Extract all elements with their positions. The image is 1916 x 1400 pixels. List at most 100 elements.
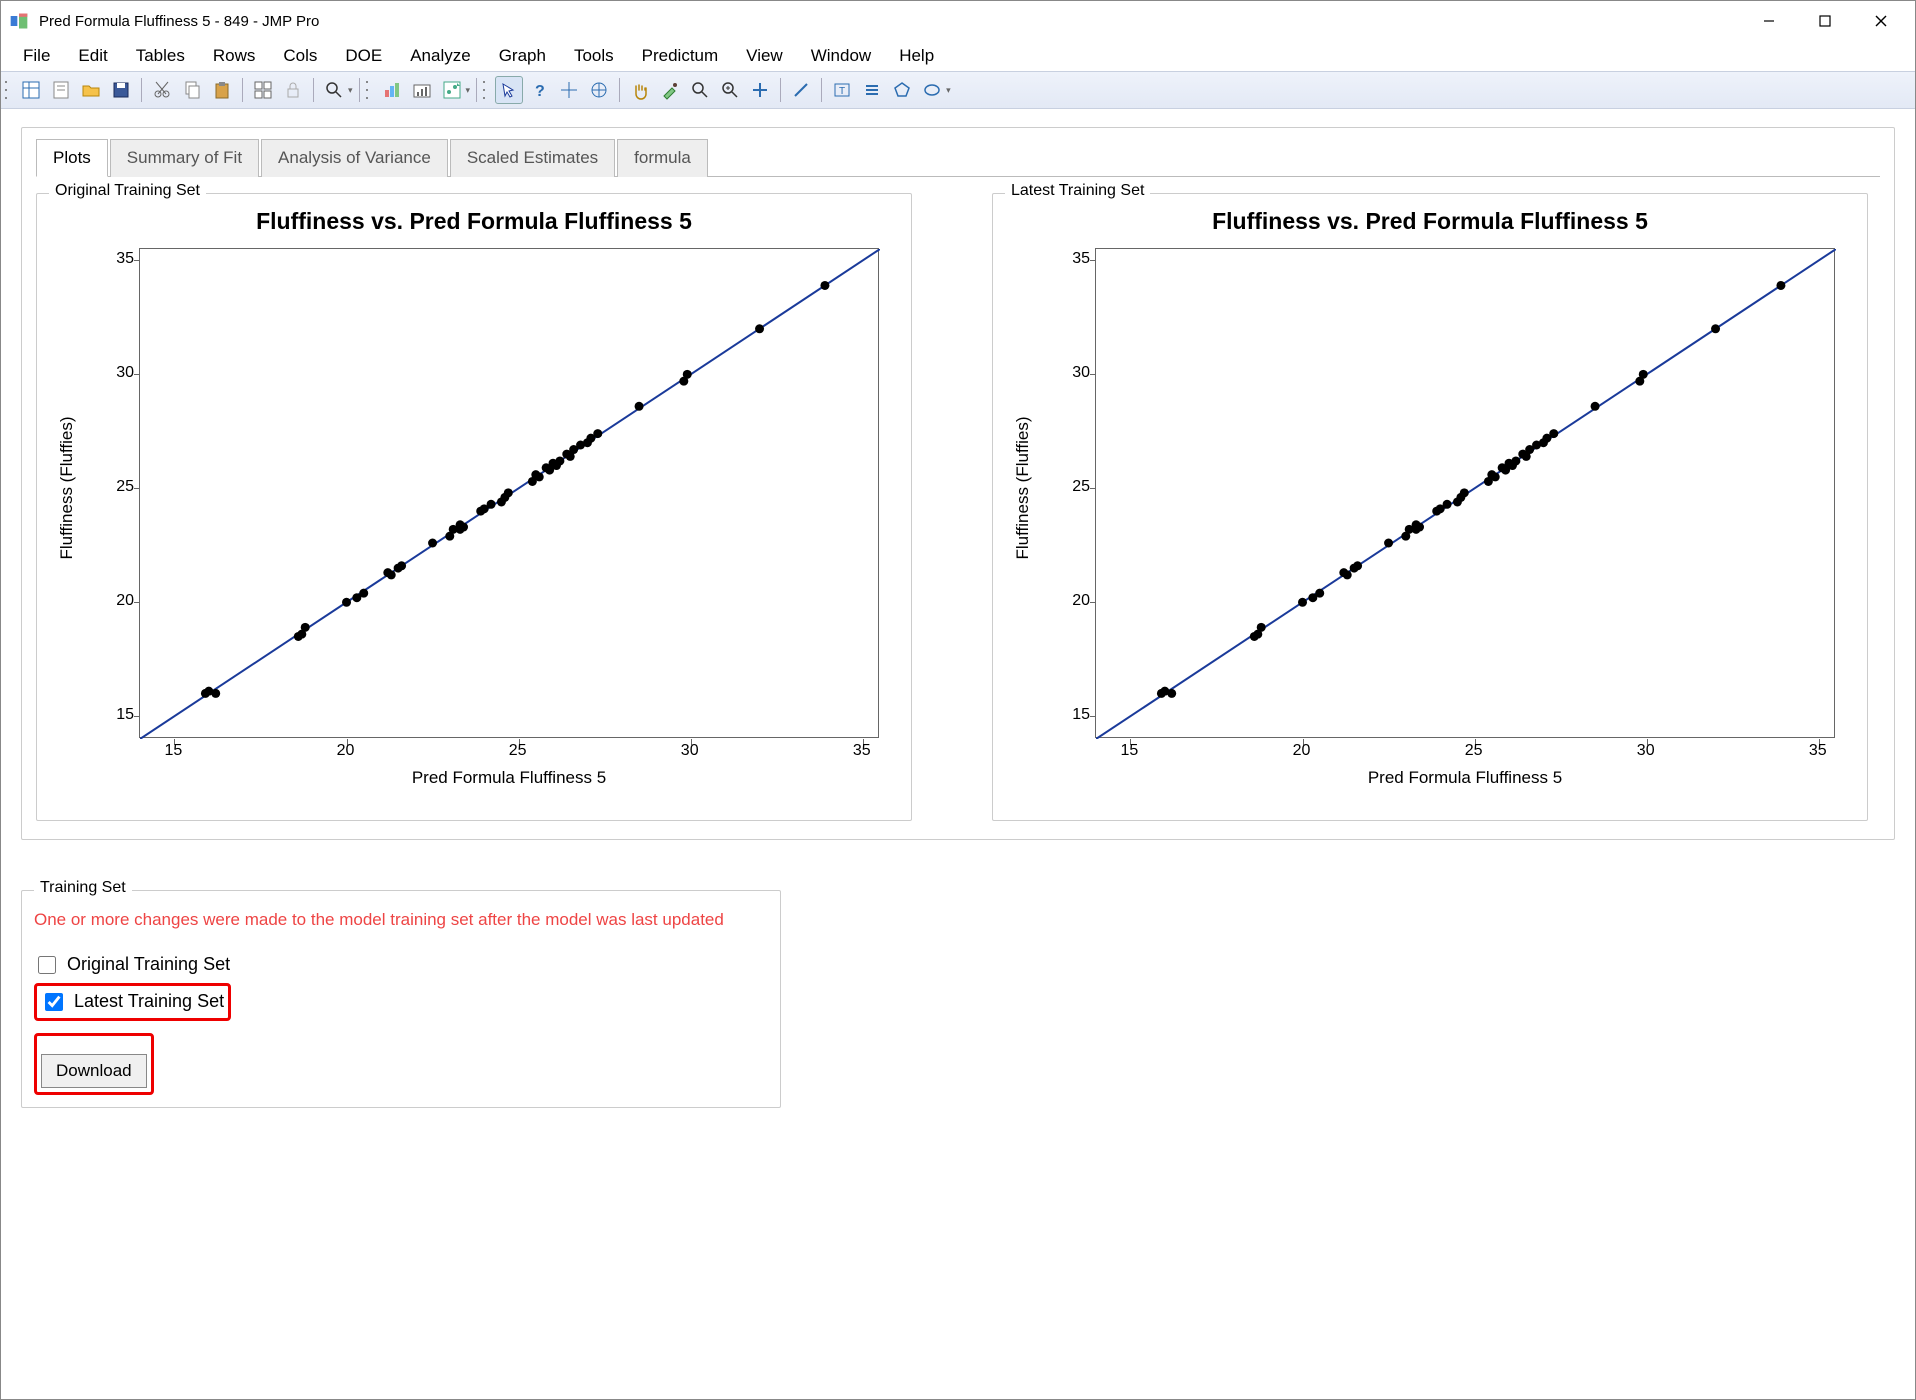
x-axis-label: Pred Formula Fluffiness 5: [1095, 768, 1835, 788]
add-tool-icon[interactable]: [746, 76, 774, 104]
y-tick: 30: [1072, 364, 1090, 382]
y-tick: 20: [116, 592, 134, 610]
fit-y-by-x-icon[interactable]: [408, 76, 436, 104]
grabber-tool-icon[interactable]: [626, 76, 654, 104]
y-axis-label: Fluffiness (Fluffies): [57, 417, 77, 560]
help-tool-icon[interactable]: ?: [525, 76, 553, 104]
svg-text:?: ?: [535, 83, 545, 100]
menu-edit[interactable]: Edit: [64, 42, 121, 70]
cut-icon[interactable]: [148, 76, 176, 104]
menu-view[interactable]: View: [732, 42, 797, 70]
latest-training-set-panel: Latest Training Set Fluffiness vs. Pred …: [992, 193, 1868, 821]
content-area: PlotsSummary of FitAnalysis of VarianceS…: [1, 109, 1915, 1399]
lasso-tool-icon[interactable]: [686, 76, 714, 104]
menu-graph[interactable]: Graph: [485, 42, 560, 70]
tab-analysis-of-variance[interactable]: Analysis of Variance: [261, 139, 448, 177]
tab-scaled-estimates[interactable]: Scaled Estimates: [450, 139, 615, 177]
window-controls: [1741, 3, 1909, 39]
plot-area[interactable]: [1095, 248, 1835, 738]
original-training-set-panel: Original Training Set Fluffiness vs. Pre…: [36, 193, 912, 821]
latest-training-highlight: Latest Training Set: [34, 983, 231, 1021]
menu-cols[interactable]: Cols: [269, 42, 331, 70]
x-tick: 30: [1637, 742, 1655, 760]
original-training-checkbox[interactable]: [38, 956, 56, 974]
magnifier-tool-icon[interactable]: [716, 76, 744, 104]
ellipse-tool-icon[interactable]: [918, 76, 946, 104]
arrow-tool-icon[interactable]: [495, 76, 523, 104]
chart-latest[interactable]: Fluffiness vs. Pred Formula Fluffiness 5…: [1005, 208, 1855, 808]
y-tick: 30: [116, 364, 134, 382]
plot-area[interactable]: [139, 248, 879, 738]
tab-plots[interactable]: Plots: [36, 139, 108, 177]
y-axis-label: Fluffiness (Fluffies): [1013, 417, 1033, 560]
menu-tools[interactable]: Tools: [560, 42, 628, 70]
scroller-tool-icon[interactable]: [585, 76, 613, 104]
menu-file[interactable]: File: [9, 42, 64, 70]
text-annotate-icon[interactable]: T: [828, 76, 856, 104]
y-tick: 15: [116, 706, 134, 724]
toolbar-grip: [5, 78, 11, 102]
menu-help[interactable]: Help: [885, 42, 948, 70]
menu-rows[interactable]: Rows: [199, 42, 270, 70]
y-tick: 35: [116, 250, 134, 268]
tab-summary-of-fit[interactable]: Summary of Fit: [110, 139, 259, 177]
paste-icon[interactable]: [208, 76, 236, 104]
line-tool-icon[interactable]: [787, 76, 815, 104]
menubar: FileEditTablesRowsColsDOEAnalyzeGraphToo…: [1, 41, 1915, 71]
menu-predictum[interactable]: Predictum: [628, 42, 733, 70]
lock-icon[interactable]: [279, 76, 307, 104]
group-icon[interactable]: [249, 76, 277, 104]
distribution-icon[interactable]: [378, 76, 406, 104]
x-tick: 20: [337, 742, 355, 760]
open-icon[interactable]: [77, 76, 105, 104]
close-button[interactable]: [1853, 3, 1909, 39]
toolbar-grip: [366, 78, 372, 102]
menu-doe[interactable]: DOE: [331, 42, 396, 70]
plots-row: Original Training Set Fluffiness vs. Pre…: [36, 185, 1880, 821]
x-tick: 15: [1121, 742, 1139, 760]
new-data-table-icon[interactable]: [17, 76, 45, 104]
latest-training-label[interactable]: Latest Training Set: [74, 991, 224, 1012]
chart-title: Fluffiness vs. Pred Formula Fluffiness 5: [49, 208, 899, 235]
chart-original[interactable]: Fluffiness vs. Pred Formula Fluffiness 5…: [49, 208, 899, 808]
original-training-label[interactable]: Original Training Set: [67, 954, 230, 975]
latest-training-checkbox[interactable]: [45, 993, 63, 1011]
lines-annotate-icon[interactable]: [858, 76, 886, 104]
graph-builder-icon[interactable]: [438, 76, 466, 104]
toolbar-dropdown-icon[interactable]: ▾: [946, 85, 951, 96]
minimize-button[interactable]: [1741, 3, 1797, 39]
x-axis-label: Pred Formula Fluffiness 5: [139, 768, 879, 788]
training-set-warning: One or more changes were made to the mod…: [34, 907, 768, 933]
copy-icon[interactable]: [178, 76, 206, 104]
save-icon[interactable]: [107, 76, 135, 104]
panel-legend: Training Set: [34, 879, 132, 897]
new-script-icon[interactable]: [47, 76, 75, 104]
toolbar-dropdown-icon[interactable]: ▾: [348, 85, 353, 96]
training-set-panel: Training Set One or more changes were ma…: [21, 890, 781, 1108]
zoom-icon[interactable]: [320, 76, 348, 104]
toolbar-dropdown-icon[interactable]: ▾: [466, 85, 471, 96]
crosshair-tool-icon[interactable]: [555, 76, 583, 104]
svg-text:T: T: [839, 86, 845, 97]
panel-legend: Latest Training Set: [1005, 182, 1150, 200]
app-window: Pred Formula Fluffiness 5 - 849 - JMP Pr…: [0, 0, 1916, 1400]
x-tick: 25: [509, 742, 527, 760]
polygon-tool-icon[interactable]: [888, 76, 916, 104]
download-button[interactable]: Download: [41, 1054, 147, 1088]
x-tick: 20: [1293, 742, 1311, 760]
tab-formula[interactable]: formula: [617, 139, 708, 177]
menu-tables[interactable]: Tables: [122, 42, 199, 70]
toolbar: ▾ ▾ ? T ▾: [1, 71, 1915, 109]
chart-title: Fluffiness vs. Pred Formula Fluffiness 5: [1005, 208, 1855, 235]
maximize-button[interactable]: [1797, 3, 1853, 39]
tab-bar: PlotsSummary of FitAnalysis of VarianceS…: [36, 138, 1880, 177]
y-tick: 25: [1072, 478, 1090, 496]
menu-analyze[interactable]: Analyze: [396, 42, 484, 70]
x-tick: 35: [853, 742, 871, 760]
x-tick: 30: [681, 742, 699, 760]
menu-window[interactable]: Window: [797, 42, 885, 70]
x-tick: 25: [1465, 742, 1483, 760]
y-tick: 25: [116, 478, 134, 496]
brush-tool-icon[interactable]: [656, 76, 684, 104]
titlebar: Pred Formula Fluffiness 5 - 849 - JMP Pr…: [1, 1, 1915, 41]
